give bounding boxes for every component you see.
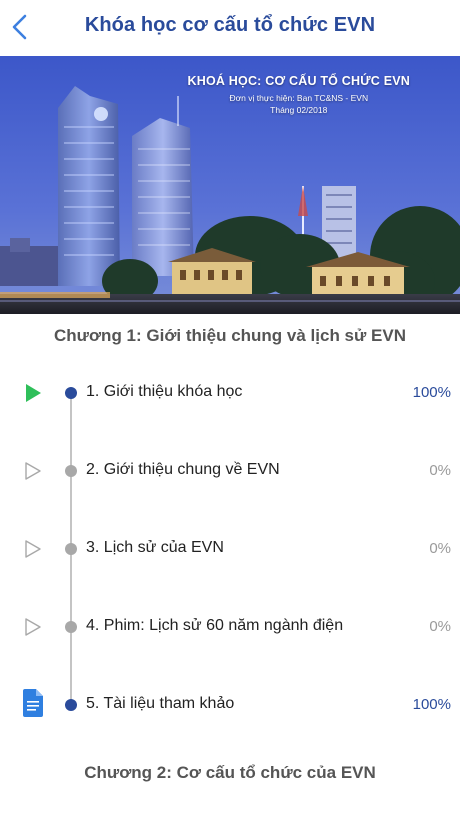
banner-heading: KHOÁ HỌC: CƠ CẤU TỔ CHỨC EVN [187,74,410,88]
lesson-label: 1. Giới thiệu khóa học [86,383,243,400]
header-bar: Khóa học cơ cấu tổ chức EVN [0,0,460,56]
play-filled-icon [22,382,44,404]
timeline-dot [65,543,77,555]
page-title: Khóa học cơ cấu tổ chức EVN [84,14,376,36]
lesson-label: 3. Lịch sử của EVN [86,539,224,556]
lesson-item-3[interactable]: 3. Lịch sử của EVN 0% [0,528,460,568]
banner-line-2: Tháng 02/2018 [270,105,328,115]
timeline-dot [65,387,77,399]
lesson-item-5[interactable]: 5. Tài liệu tham khảo 100% [0,684,460,724]
banner-caption: KHOÁ HỌC: CƠ CẤU TỔ CHỨC EVN Đơn vị thực… [188,74,410,116]
chapter-1-title[interactable]: Chương 1: Giới thiệu chung và lịch sử EV… [0,326,460,346]
lesson-item-4[interactable]: 4. Phim: Lịch sử 60 năm ngành điện 0% [0,606,460,646]
play-outline-icon [22,616,44,638]
course-banner: KHOÁ HỌC: CƠ CẤU TỔ CHỨC EVN Đơn vị thực… [0,56,460,314]
timeline-dot [65,465,77,477]
banner-line-1: Đơn vị thực hiện: Ban TC&NS - EVN [229,93,369,103]
lesson-label: 2. Giới thiệu chung về EVN [86,461,280,478]
lesson-progress: 0% [429,618,451,635]
lesson-progress: 100% [412,384,451,401]
play-outline-icon [22,538,44,560]
lesson-label: 4. Phim: Lịch sử 60 năm ngành điện [86,617,344,634]
play-outline-icon [22,460,44,482]
chapter-2-title[interactable]: Chương 2: Cơ cấu tổ chức của EVN [0,763,460,783]
document-icon [22,688,44,718]
lesson-progress: 0% [429,462,451,479]
timeline-dot [65,699,77,711]
lesson-label: 5. Tài liệu tham khảo [86,695,235,712]
lesson-progress: 100% [412,696,451,713]
lesson-progress: 0% [429,540,451,557]
lesson-item-1[interactable]: 1. Giới thiệu khóa học 100% [0,372,460,412]
lesson-item-2[interactable]: 2. Giới thiệu chung về EVN 0% [0,450,460,490]
timeline-dot [65,621,77,633]
